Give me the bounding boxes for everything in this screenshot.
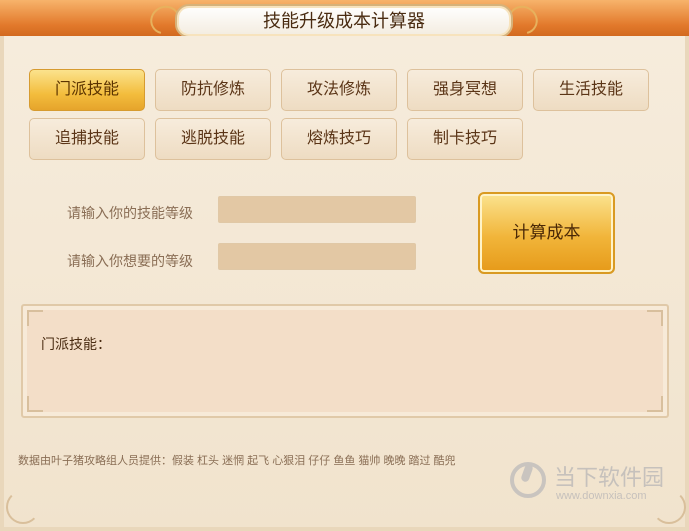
tab-smelting-skill[interactable]: 熔炼技巧	[281, 118, 397, 160]
tab-escape-skill[interactable]: 逃脱技能	[155, 118, 271, 160]
target-level-label: 请输入你想要的等级	[67, 253, 193, 269]
tab-attack-training[interactable]: 攻法修炼	[281, 69, 397, 111]
watermark: 当下软件园 www.downxia.com	[510, 456, 680, 516]
page-title: 技能升级成本计算器	[175, 4, 513, 38]
calculator-window: 技能升级成本计算器 门派技能 防抗修炼 攻法修炼 强身冥想 生活技能 追捕技能 …	[0, 0, 689, 531]
bottom-left-curl-icon	[6, 490, 40, 524]
corner-ornament-icon	[27, 310, 43, 326]
corner-ornament-icon	[647, 310, 663, 326]
corner-ornament-icon	[647, 396, 663, 412]
result-label: 门派技能：	[41, 336, 111, 352]
credits-text: 数据由叶子猪攻略组人员提供：假装 杠头 迷惘 起飞 心狠泪 仔仔 鱼鱼 猫帅 晚…	[18, 455, 456, 467]
tab-body-meditation[interactable]: 强身冥想	[407, 69, 523, 111]
current-level-input[interactable]	[218, 196, 416, 223]
current-level-label: 请输入你的技能等级	[67, 205, 193, 221]
watermark-logo-icon	[510, 462, 546, 498]
watermark-url: www.downxia.com	[556, 490, 647, 502]
calculate-button[interactable]: 计算成本	[478, 192, 615, 274]
tab-menpai-skill[interactable]: 门派技能	[29, 69, 145, 111]
result-panel: 门派技能：	[21, 304, 669, 418]
tab-life-skill[interactable]: 生活技能	[533, 69, 649, 111]
tab-defense-training[interactable]: 防抗修炼	[155, 69, 271, 111]
target-level-input[interactable]	[218, 243, 416, 270]
corner-ornament-icon	[27, 396, 43, 412]
tab-pursuit-skill[interactable]: 追捕技能	[29, 118, 145, 160]
watermark-title: 当下软件园	[554, 466, 665, 491]
tab-card-crafting[interactable]: 制卡技巧	[407, 118, 523, 160]
